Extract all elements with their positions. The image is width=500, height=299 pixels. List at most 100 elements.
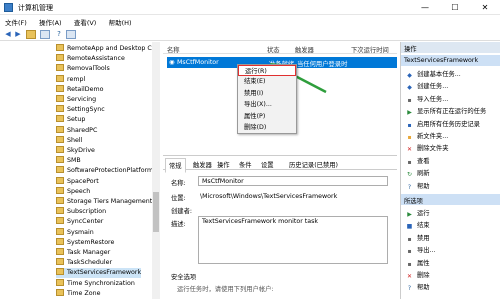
action-label: 刷新: [417, 170, 430, 178]
tree-item[interactable]: Sysmain: [56, 227, 94, 238]
action-item[interactable]: ▶ 显示所有正在运行的任务: [406, 106, 486, 117]
action-item[interactable]: ▪ 查看: [406, 156, 429, 167]
context-export[interactable]: 导出(X)...: [238, 99, 296, 110]
context-properties[interactable]: 属性(P): [238, 111, 296, 122]
tree-item-label: SettingSync: [67, 106, 105, 114]
tree-item[interactable]: SMB: [56, 156, 81, 166]
action-item[interactable]: ▪ 启用所有任务历史记录: [406, 119, 480, 130]
tab-triggers[interactable]: 触发器: [193, 160, 212, 169]
tree-item[interactable]: Time Synchronization: [56, 278, 135, 289]
context-run[interactable]: 运行(R): [238, 65, 296, 77]
tree-item[interactable]: TaskScheduler: [56, 258, 112, 268]
action-label: 创建基本任务...: [417, 71, 461, 78]
maximize-button[interactable]: ☐: [440, 0, 470, 15]
description-field[interactable]: TextServicesFramework monitor task: [198, 216, 388, 264]
tab-conditions[interactable]: 条件: [239, 160, 252, 169]
task-icon: ◉: [169, 59, 175, 66]
actions-section-folder[interactable]: TextServicesFramework: [401, 55, 500, 66]
tree-item[interactable]: Subscription: [56, 207, 106, 217]
tree-item[interactable]: RetailDemo: [56, 84, 104, 95]
back-icon[interactable]: ◀: [3, 30, 13, 39]
folder-up-icon[interactable]: [26, 30, 36, 39]
folder-icon: [56, 217, 64, 225]
menu-help[interactable]: 帮助(H): [104, 15, 137, 29]
tree-item[interactable]: Setup: [56, 115, 85, 125]
tree-item[interactable]: SettingSync: [56, 105, 105, 115]
tab-actions[interactable]: 操作: [217, 160, 230, 169]
tree-item[interactable]: TextServicesFramework: [56, 268, 142, 279]
scrollbar-thumb[interactable]: [153, 192, 159, 232]
context-delete[interactable]: 删除(D): [238, 122, 296, 133]
folder-icon: [56, 64, 64, 72]
tree-item-label: Shell: [67, 136, 83, 144]
action-icon: ▶: [407, 109, 412, 117]
selected-action-item[interactable]: ■ 结束: [406, 220, 430, 231]
action-item[interactable]: ↻ 刷新: [406, 168, 430, 179]
action-item[interactable]: ? 帮助: [406, 181, 430, 192]
action-item[interactable]: ▪ 导入任务...: [406, 94, 448, 105]
selected-action-item[interactable]: ? 帮助: [406, 282, 430, 293]
tree-scrollbar[interactable]: [152, 42, 160, 299]
tree-item-label: SyncCenter: [67, 218, 104, 226]
tree-item[interactable]: SharedPC: [56, 125, 97, 136]
show-hide-tree-icon[interactable]: [40, 30, 50, 39]
tree-item[interactable]: SyncCenter: [56, 217, 103, 227]
context-disable[interactable]: 禁用(I): [238, 88, 296, 99]
tree-item[interactable]: SoftwareProtectionPlatform: [56, 166, 153, 176]
selected-action-item[interactable]: ▪ 属性: [406, 258, 429, 269]
action-pane-icon[interactable]: [66, 30, 76, 39]
selected-action-item[interactable]: ▪ 导出...: [406, 245, 436, 256]
col-status[interactable]: 状态: [267, 45, 280, 54]
tree-item[interactable]: Time Zone: [56, 288, 100, 299]
menu-action[interactable]: 操作(A): [34, 15, 67, 29]
tab-history[interactable]: 历史记录(已禁用): [289, 160, 338, 169]
action-icon: ▪: [407, 96, 412, 104]
menu-view[interactable]: 查看(V): [69, 15, 102, 29]
action-icon: ?: [407, 285, 412, 293]
tree-item-label: RemoteAssistance: [67, 55, 125, 63]
col-triggers[interactable]: 触发器: [295, 45, 314, 54]
author-label: 创建者:: [171, 208, 193, 215]
forward-icon[interactable]: ▶: [13, 30, 23, 39]
tab-general[interactable]: 常规: [165, 158, 186, 173]
tree-item[interactable]: Speech: [56, 186, 90, 197]
help-icon[interactable]: ?: [54, 30, 64, 39]
folder-icon: [56, 156, 64, 164]
context-end[interactable]: 结束(E): [238, 76, 296, 87]
col-next-run[interactable]: 下次运行时间: [351, 45, 389, 54]
tree-item[interactable]: SpacePort: [56, 176, 99, 187]
menu-file[interactable]: 文件(F): [0, 15, 32, 29]
actions-section-selected[interactable]: 所选项: [401, 194, 500, 205]
tree-item[interactable]: RemovalTools: [56, 64, 110, 74]
tree-item[interactable]: Servicing: [56, 95, 96, 105]
tree-item[interactable]: rempl: [56, 74, 85, 85]
tree-item-label: Time Synchronization: [67, 279, 135, 287]
tree-item[interactable]: SystemRestore: [56, 237, 114, 248]
minimize-button[interactable]: —: [410, 0, 440, 15]
tree-item-label: TaskScheduler: [67, 259, 113, 267]
task-name: MsCtfMonitor: [177, 59, 219, 66]
tree-item[interactable]: RemoteApp and Desktop C: [56, 44, 152, 54]
action-label: 显示所有正在运行的任务: [417, 108, 487, 116]
action-item[interactable]: ◆ 创建任务...: [406, 81, 448, 92]
selected-action-item[interactable]: ▶ 运行: [406, 208, 429, 219]
tree-item[interactable]: Storage Tiers Management: [56, 197, 152, 207]
selected-action-item[interactable]: ✕ 删除: [406, 270, 430, 281]
name-field[interactable]: MsCtfMonitor: [198, 176, 388, 186]
selected-action-item[interactable]: ▪ 禁用: [406, 233, 429, 244]
list-header: 名称 状态 触发器 下次运行时间: [163, 42, 397, 54]
tree-item[interactable]: RemoteAssistance: [56, 54, 125, 64]
action-label: 导出...: [417, 247, 436, 255]
tree-item[interactable]: Task Manager: [56, 248, 110, 258]
col-name[interactable]: 名称: [167, 45, 180, 54]
tree-item[interactable]: Shell: [56, 135, 83, 146]
action-icon: ▪: [407, 158, 412, 166]
close-button[interactable]: ✕: [470, 0, 500, 15]
action-item[interactable]: ▪ 新文件夹...: [406, 131, 448, 142]
tree-item[interactable]: SkyDrive: [56, 146, 95, 156]
action-item[interactable]: ✕ 删除文件夹: [406, 143, 449, 154]
tree-item-label: TextServicesFramework: [67, 269, 142, 277]
action-item[interactable]: ◆ 创建基本任务...: [406, 69, 461, 80]
folder-icon: [56, 105, 64, 113]
tab-settings[interactable]: 设置: [261, 160, 274, 169]
